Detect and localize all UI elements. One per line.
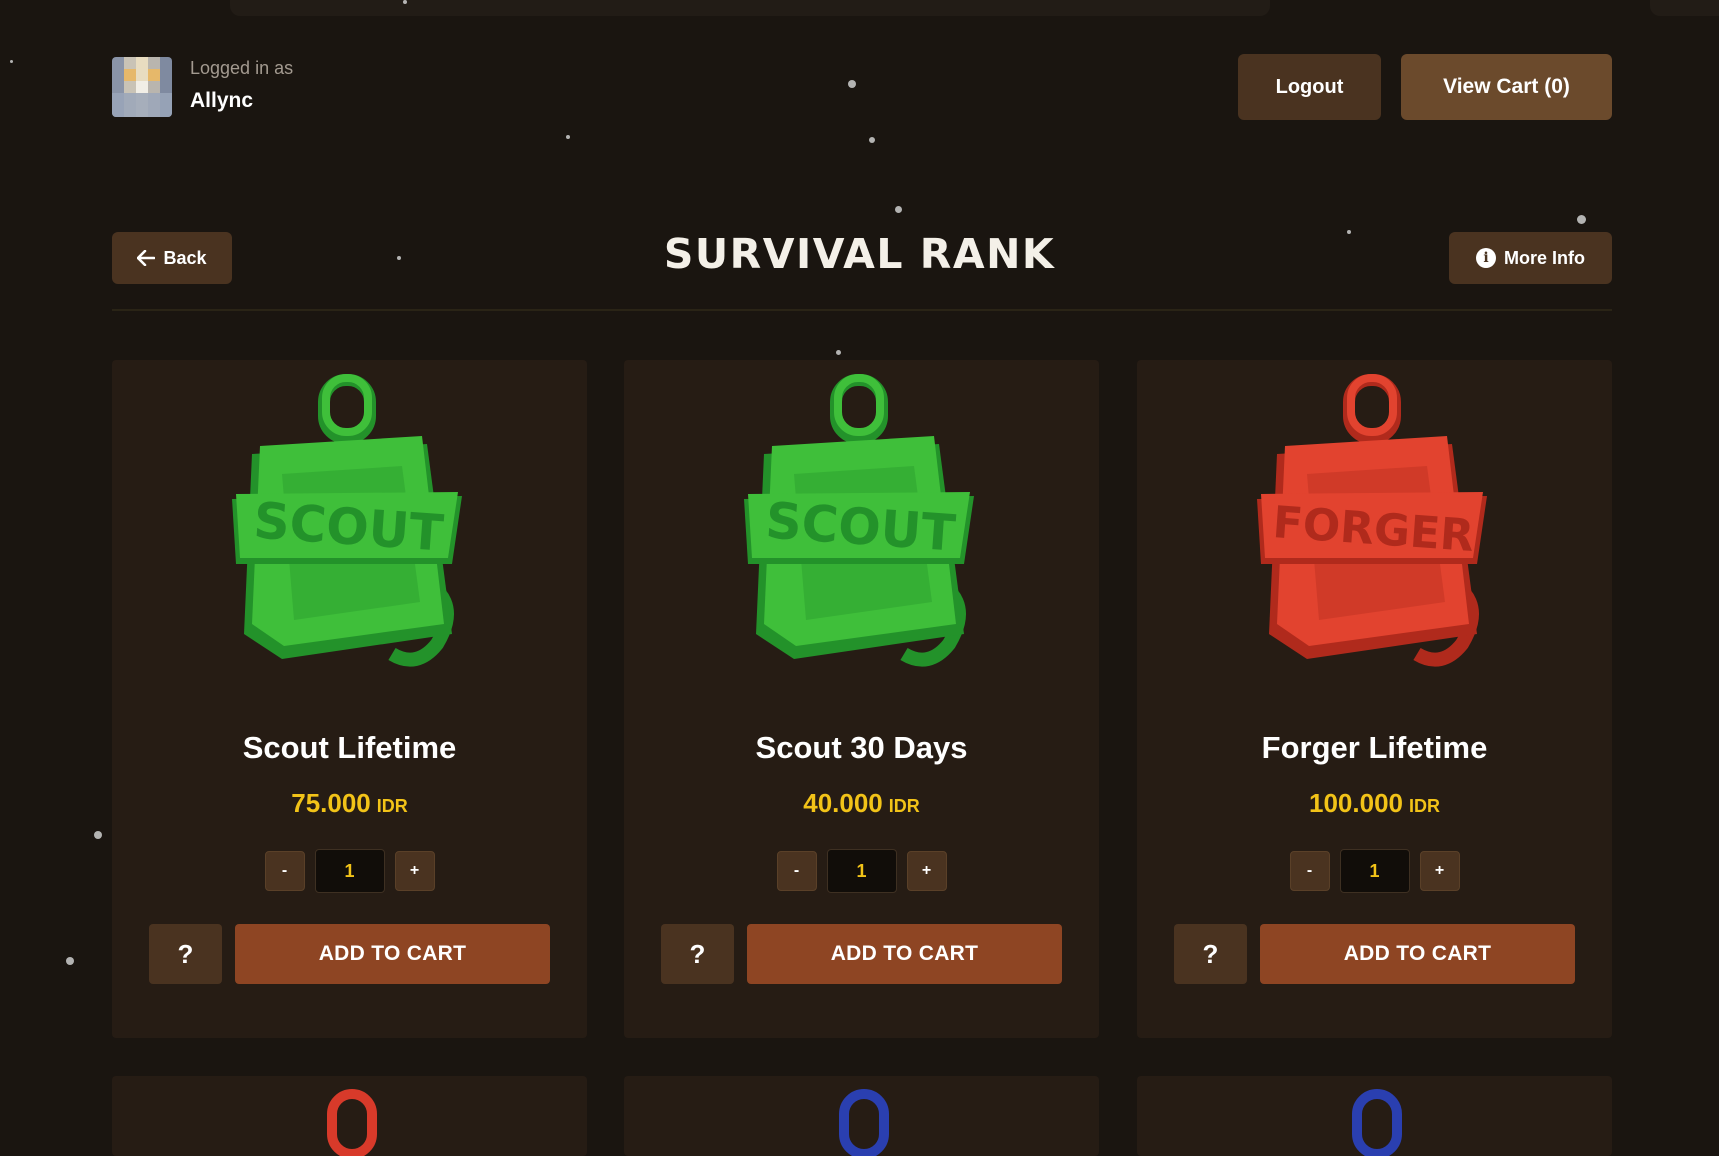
price-currency: IDR [888, 796, 920, 816]
product-card: FORGER Forger Lifetime 100.000IDR - + ? … [1137, 360, 1612, 1038]
decrease-quantity-button[interactable]: - [264, 851, 305, 891]
top-strip [230, 0, 1270, 16]
view-cart-button[interactable]: View Cart (0) [1401, 54, 1612, 120]
product-price: 100.000 IDR [1137, 788, 1612, 819]
quantity-stepper: - + [1137, 849, 1612, 893]
increase-quantity-button[interactable]: + [906, 851, 947, 891]
more-info-button[interactable]: i More Info [1449, 232, 1612, 284]
product-card: SCOUT Scout 30 Days 40.000IDR - + ? ADD … [624, 360, 1099, 1038]
quantity-stepper: - + [112, 849, 587, 893]
product-name: Scout 30 Days [755, 730, 968, 765]
add-to-cart-button[interactable]: ADD TO CART [235, 924, 550, 984]
product-price: 40.000 IDR [624, 788, 1099, 819]
price-currency: IDR [1408, 796, 1440, 816]
header-bar: Logged in as Allync Logout View Cart (0) [112, 54, 1612, 124]
product-price: 75.000 IDR [112, 788, 587, 819]
rank-badge-image: SCOUT [744, 374, 974, 667]
rank-badge-image: SCOUT [232, 374, 462, 667]
product-name: Forger Lifetime [1261, 730, 1488, 765]
username: Allync [190, 89, 254, 112]
logged-in-label: Logged in as [190, 58, 294, 78]
logout-button[interactable]: Logout [1238, 54, 1381, 120]
product-card-partial [1137, 1076, 1612, 1156]
rank-badge-image [327, 1089, 377, 1156]
rank-badge-image [1352, 1089, 1402, 1156]
quantity-stepper: - + [624, 849, 1099, 893]
increase-quantity-button[interactable]: + [394, 851, 435, 891]
more-info-label: More Info [1504, 247, 1585, 268]
product-help-button[interactable]: ? [1174, 924, 1247, 984]
header-divider [112, 309, 1612, 311]
product-card-partial [624, 1076, 1099, 1156]
quantity-input[interactable] [1339, 849, 1410, 893]
price-amount: 75.000 [291, 788, 371, 818]
info-icon: i [1476, 248, 1496, 268]
decrease-quantity-button[interactable]: - [776, 851, 817, 891]
price-amount: 40.000 [803, 788, 883, 818]
add-to-cart-button[interactable]: ADD TO CART [747, 924, 1062, 984]
product-help-button[interactable]: ? [149, 924, 222, 984]
product-card-partial [112, 1076, 587, 1156]
rank-badge-image [839, 1089, 889, 1156]
quantity-input[interactable] [314, 849, 385, 893]
increase-quantity-button[interactable]: + [1419, 851, 1460, 891]
product-name: Scout Lifetime [242, 730, 457, 765]
price-currency: IDR [376, 796, 408, 816]
add-to-cart-button[interactable]: ADD TO CART [1260, 924, 1575, 984]
rank-badge-image: FORGER [1257, 374, 1487, 667]
avatar [112, 57, 172, 117]
decrease-quantity-button[interactable]: - [1289, 851, 1330, 891]
top-strip-right [1650, 0, 1719, 16]
quantity-input[interactable] [826, 849, 897, 893]
price-amount: 100.000 [1309, 788, 1403, 818]
product-card: SCOUT Scout Lifetime 75.000IDR - + ? ADD… [112, 360, 587, 1038]
product-help-button[interactable]: ? [661, 924, 734, 984]
